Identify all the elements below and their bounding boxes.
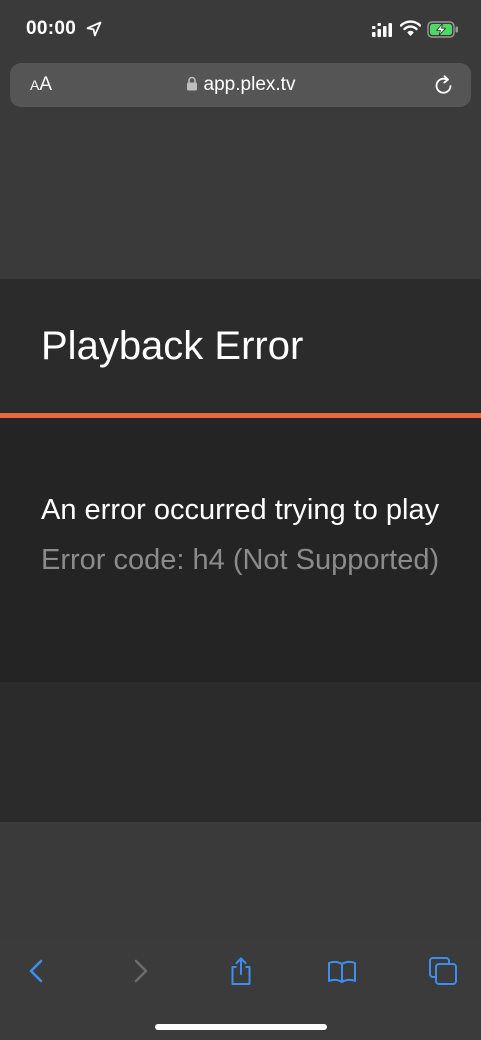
page-backdrop-bottom <box>0 822 481 938</box>
dialog-title: Playback Error <box>41 324 304 368</box>
address-bar[interactable]: AA app.plex.tv <box>10 63 471 107</box>
error-message: An error occurred trying to play <box>41 494 440 526</box>
url-text: app.plex.tv <box>203 74 296 95</box>
wifi-icon <box>400 20 421 36</box>
dialog-body: An error occurred trying to play Error c… <box>0 418 481 682</box>
chevron-right-icon[interactable] <box>125 956 155 986</box>
browser-toolbar <box>0 938 481 1040</box>
chevron-left-icon[interactable] <box>22 956 52 986</box>
dialog-footer <box>0 682 481 822</box>
reload-icon[interactable] <box>433 74 455 96</box>
error-code: Error code: h4 (Not Supported) <box>41 544 440 576</box>
lock-icon <box>186 76 197 91</box>
book-icon[interactable] <box>327 956 357 986</box>
battery-charging-icon <box>427 21 458 38</box>
tabs-icon[interactable] <box>428 956 458 986</box>
home-indicator[interactable] <box>155 1024 327 1030</box>
safari-screen: 00:00 AA app.plex.tv Playback Error An e… <box>0 0 481 1040</box>
status-bar: 00:00 <box>0 0 481 58</box>
share-icon[interactable] <box>226 956 256 986</box>
dialog-header: Playback Error <box>0 279 481 413</box>
url-display[interactable]: app.plex.tv <box>10 74 471 96</box>
page-backdrop-top <box>0 114 481 279</box>
status-time: 00:00 <box>26 18 77 39</box>
cellular-signal-icon <box>372 23 392 37</box>
location-arrow-icon <box>86 21 102 37</box>
